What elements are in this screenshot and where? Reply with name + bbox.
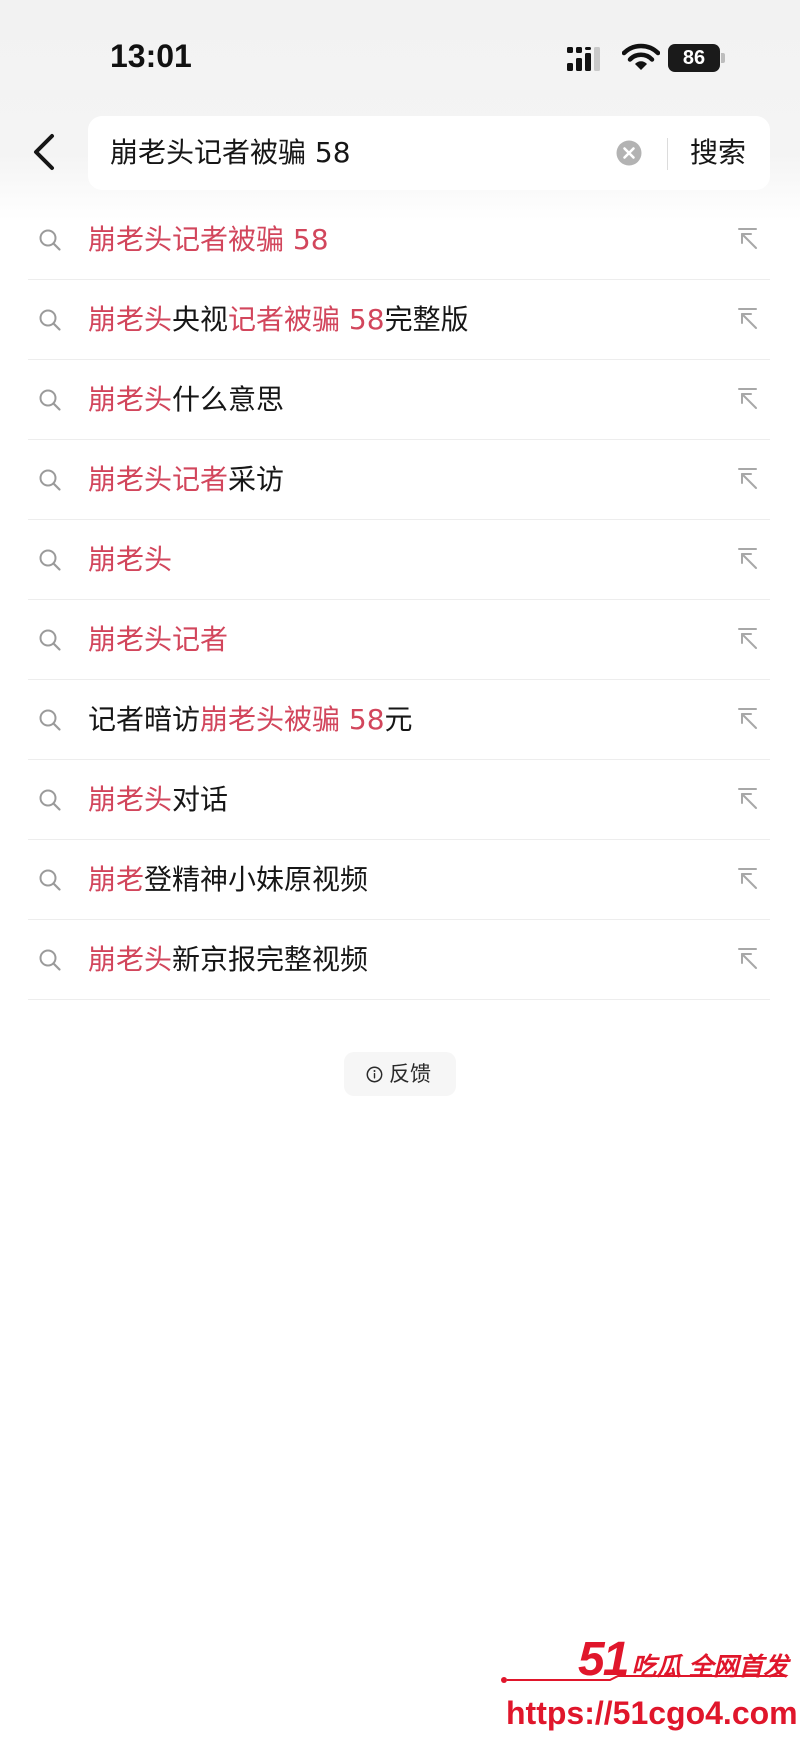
search-icon — [39, 469, 61, 491]
suggestion-segment: 央视 — [172, 303, 229, 336]
search-divider — [667, 138, 668, 170]
search-suggestions-page: 13:01 86 搜索 崩老头记者被骗 58崩老头央视记者被骗 58完整版崩老头… — [0, 0, 800, 1738]
suggestion-item[interactable]: 崩老头 — [28, 520, 770, 600]
battery-icon: 86 — [668, 44, 720, 72]
search-icon — [39, 309, 61, 331]
suggestion-segment: 对话 — [172, 783, 229, 816]
suggestion-item[interactable]: 崩老头新京报完整视频 — [28, 920, 770, 1000]
search-icon — [39, 549, 61, 571]
feedback-button[interactable]: 反馈 — [344, 1052, 456, 1096]
status-time: 13:01 — [110, 38, 192, 74]
suggestion-highlight: 崩老头 — [88, 383, 173, 416]
suggestion-list: 崩老头记者被骗 58 崩老头央视记者被骗 58完整版 崩老头什么意思 崩老头记者采访崩… — [28, 200, 770, 1000]
suggestion-text: 崩老头对话 — [88, 760, 228, 840]
suggestion-segment: 完整版 — [384, 303, 469, 336]
suggestion-text: 崩老头记者采访 — [88, 440, 284, 520]
suggestion-item[interactable]: 崩老头记者采访 — [28, 440, 770, 520]
signal-icon — [567, 47, 600, 71]
suggestion-segment: 新京报完整视频 — [172, 943, 369, 976]
suggestion-text: 崩老登精神小妹原视频 — [88, 840, 368, 920]
suggestion-item[interactable]: 记者暗访崩老头被骗 58元 — [28, 680, 770, 760]
suggestion-item[interactable]: 崩老头记者被骗 58 — [28, 200, 770, 280]
search-box: 搜索 — [88, 116, 770, 190]
watermark-url: https://51cgo4.com — [506, 1695, 798, 1731]
fill-query-arrow-icon[interactable] — [734, 866, 760, 892]
suggestion-segment: 采访 — [228, 463, 285, 496]
suggestion-highlight: 崩老头记者 — [88, 623, 229, 656]
info-icon — [366, 1066, 383, 1083]
suggestion-segment: 元 — [384, 703, 413, 736]
search-icon — [39, 949, 61, 971]
suggestion-text: 记者暗访崩老头被骗 58元 — [88, 680, 413, 760]
feedback-label: 反馈 — [389, 1062, 431, 1086]
search-icon — [39, 229, 61, 251]
suggestion-highlight: 崩老头记者 — [88, 463, 229, 496]
fill-query-arrow-icon[interactable] — [734, 546, 760, 572]
search-button[interactable]: 搜索 — [690, 116, 746, 190]
suggestion-segment: 记者暗访 — [88, 703, 201, 736]
suggestion-highlight: 崩老 — [88, 863, 145, 896]
fill-query-arrow-icon[interactable] — [734, 306, 760, 332]
wifi-icon — [622, 43, 660, 70]
suggestion-segment: 登精神小妹原视频 — [144, 863, 369, 896]
suggestion-item[interactable]: 崩老头对话 — [28, 760, 770, 840]
suggestion-text: 崩老头记者被骗 58 — [88, 200, 329, 280]
search-icon — [39, 789, 61, 811]
search-icon — [39, 869, 61, 891]
suggestion-text: 崩老头 — [88, 520, 172, 600]
battery-level: 86 — [682, 47, 706, 69]
suggestion-highlight: 崩老头被骗 58 — [200, 703, 385, 736]
watermark-line — [501, 1675, 786, 1683]
suggestion-text: 崩老头新京报完整视频 — [88, 920, 368, 1000]
fill-query-arrow-icon[interactable] — [734, 466, 760, 492]
suggestion-item[interactable]: 崩老头什么意思 — [28, 360, 770, 440]
suggestion-text: 崩老头什么意思 — [88, 360, 284, 440]
fill-query-arrow-icon[interactable] — [734, 386, 760, 412]
fill-query-arrow-icon[interactable] — [734, 226, 760, 252]
search-icon — [39, 629, 61, 651]
suggestion-text: 崩老头央视记者被骗 58完整版 — [88, 280, 469, 360]
suggestion-item[interactable]: 崩老登精神小妹原视频 — [28, 840, 770, 920]
battery-tip — [721, 53, 725, 63]
suggestion-item[interactable]: 崩老头央视记者被骗 58完整版 — [28, 280, 770, 360]
suggestion-highlight: 崩老头 — [88, 943, 173, 976]
clear-icon[interactable] — [616, 140, 642, 166]
suggestion-highlight: 崩老头记者被骗 58 — [88, 223, 329, 256]
search-input[interactable] — [110, 116, 610, 190]
search-icon — [39, 709, 61, 731]
fill-query-arrow-icon[interactable] — [734, 786, 760, 812]
back-button[interactable] — [24, 128, 64, 176]
suggestion-highlight: 崩老头 — [88, 783, 173, 816]
search-icon — [39, 389, 61, 411]
fill-query-arrow-icon[interactable] — [734, 626, 760, 652]
suggestion-highlight: 崩老头 — [88, 543, 173, 576]
suggestion-highlight: 记者被骗 58 — [228, 303, 385, 336]
suggestion-highlight: 崩老头 — [88, 303, 173, 336]
suggestion-text: 崩老头记者 — [88, 600, 228, 680]
fill-query-arrow-icon[interactable] — [734, 706, 760, 732]
suggestion-item[interactable]: 崩老头记者 — [28, 600, 770, 680]
fill-query-arrow-icon[interactable] — [734, 946, 760, 972]
suggestion-segment: 什么意思 — [172, 383, 285, 416]
